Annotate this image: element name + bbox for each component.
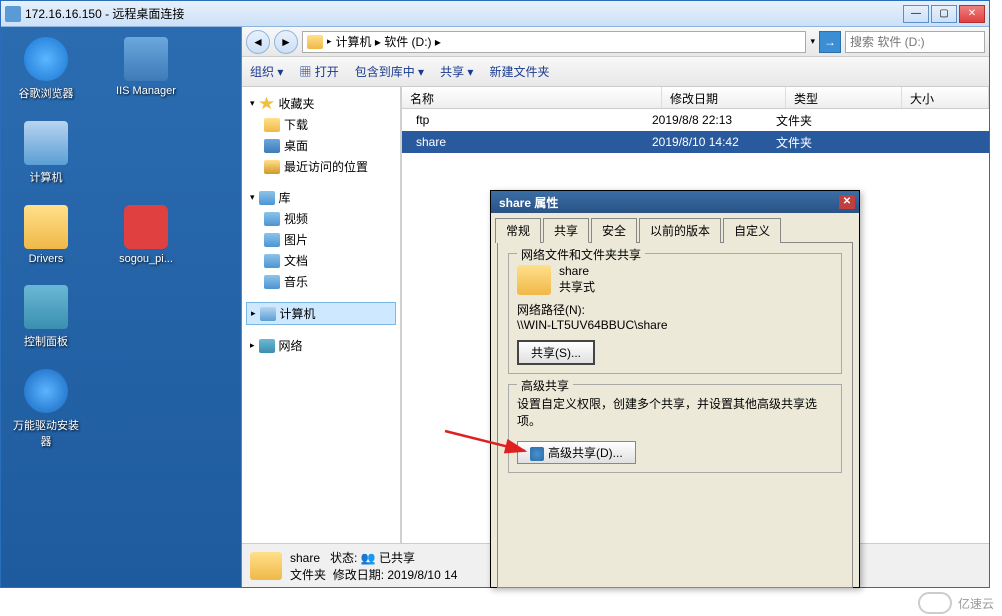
tb-organize[interactable]: 组织 ▾: [250, 63, 283, 80]
rdp-title: 远程桌面连接: [112, 5, 901, 22]
group-network-share: 网络文件和文件夹共享 share 共享式 网络路径(N): \\WIN-LT5U…: [508, 253, 842, 374]
tree-docs[interactable]: 文档: [260, 250, 396, 271]
desktop-icon-browser[interactable]: 谷歌浏览器: [11, 37, 81, 101]
desktop-icon-control-panel[interactable]: 控制面板: [11, 285, 81, 349]
tb-library[interactable]: 包含到库中 ▾: [355, 63, 424, 80]
desktop[interactable]: 谷歌浏览器 IIS Manager 计算机 Drivers sogou_pi..…: [1, 27, 241, 587]
properties-dialog: share 属性 ✕ 常规 共享 安全 以前的版本 自定义 网络文件和文件夹共享…: [490, 190, 860, 588]
folder-icon: [250, 552, 282, 580]
rdp-titlebar: 172.16.16.150 - 远程桌面连接 — ▢ ✕: [1, 1, 989, 27]
nav-tree[interactable]: ▾收藏夹 下载 桌面 最近访问的位置 ▾库 视频 图片 文档 音乐 ▸计算机 ▸…: [242, 87, 402, 543]
search-input[interactable]: [845, 31, 985, 53]
tree-video[interactable]: 视频: [260, 208, 396, 229]
tree-library[interactable]: ▾库: [246, 187, 396, 208]
tab-custom[interactable]: 自定义: [723, 218, 781, 243]
tab-general[interactable]: 常规: [495, 218, 541, 243]
address-bar[interactable]: ▸ 计算机 ▸ 软件 (D:) ▸: [302, 31, 806, 53]
tree-desktop[interactable]: 桌面: [260, 135, 396, 156]
desktop-icon-iis[interactable]: IIS Manager: [111, 37, 181, 101]
dialog-close-button[interactable]: ✕: [839, 195, 855, 209]
back-button[interactable]: ◄: [246, 30, 270, 54]
tab-security[interactable]: 安全: [591, 218, 637, 243]
list-header[interactable]: 名称 修改日期 类型 大小: [402, 87, 989, 109]
tree-computer[interactable]: ▸计算机: [246, 302, 396, 325]
tb-share[interactable]: 共享 ▾: [440, 63, 473, 80]
rdp-icon: [5, 6, 21, 22]
list-row-share[interactable]: share 2019/8/10 14:42 文件夹: [402, 131, 989, 153]
tab-previous[interactable]: 以前的版本: [639, 218, 721, 243]
tab-share[interactable]: 共享: [543, 218, 589, 243]
desktop-icon-drivers[interactable]: Drivers: [11, 205, 81, 265]
minimize-button[interactable]: —: [903, 5, 929, 23]
watermark: 亿速云: [918, 592, 994, 614]
forward-button[interactable]: ►: [274, 30, 298, 54]
desktop-icon-computer[interactable]: 计算机: [11, 121, 81, 185]
list-row-ftp[interactable]: ftp 2019/8/8 22:13 文件夹: [402, 109, 989, 131]
addr-dropdown[interactable]: ▾: [810, 36, 815, 47]
desktop-icon-driver-install[interactable]: 万能驱动安装器: [11, 369, 81, 449]
tb-newfolder[interactable]: 新建文件夹: [489, 63, 549, 80]
folder-icon: [307, 35, 323, 49]
shield-icon: [530, 447, 544, 461]
maximize-button[interactable]: ▢: [931, 5, 957, 23]
tree-network[interactable]: ▸网络: [246, 335, 396, 356]
rdp-ip: 172.16.16.150: [25, 7, 102, 21]
tree-recent[interactable]: 最近访问的位置: [260, 156, 396, 177]
refresh-button[interactable]: →: [819, 31, 841, 53]
advanced-share-button[interactable]: 高级共享(D)...: [517, 441, 636, 464]
tree-pictures[interactable]: 图片: [260, 229, 396, 250]
share-button[interactable]: 共享(S)...: [517, 340, 595, 365]
group-advanced-share: 高级共享 设置自定义权限，创建多个共享，并设置其他高级共享选项。 高级共享(D)…: [508, 384, 842, 473]
tree-music[interactable]: 音乐: [260, 271, 396, 292]
tree-downloads[interactable]: 下载: [260, 114, 396, 135]
tree-favorites[interactable]: ▾收藏夹: [246, 93, 396, 114]
cloud-icon: [918, 592, 952, 614]
desktop-icon-sogou[interactable]: sogou_pi...: [111, 205, 181, 265]
tb-open[interactable]: ▦ 打开: [299, 63, 338, 80]
folder-icon: [517, 265, 551, 295]
close-button[interactable]: ✕: [959, 5, 985, 23]
dialog-titlebar[interactable]: share 属性 ✕: [491, 191, 859, 213]
